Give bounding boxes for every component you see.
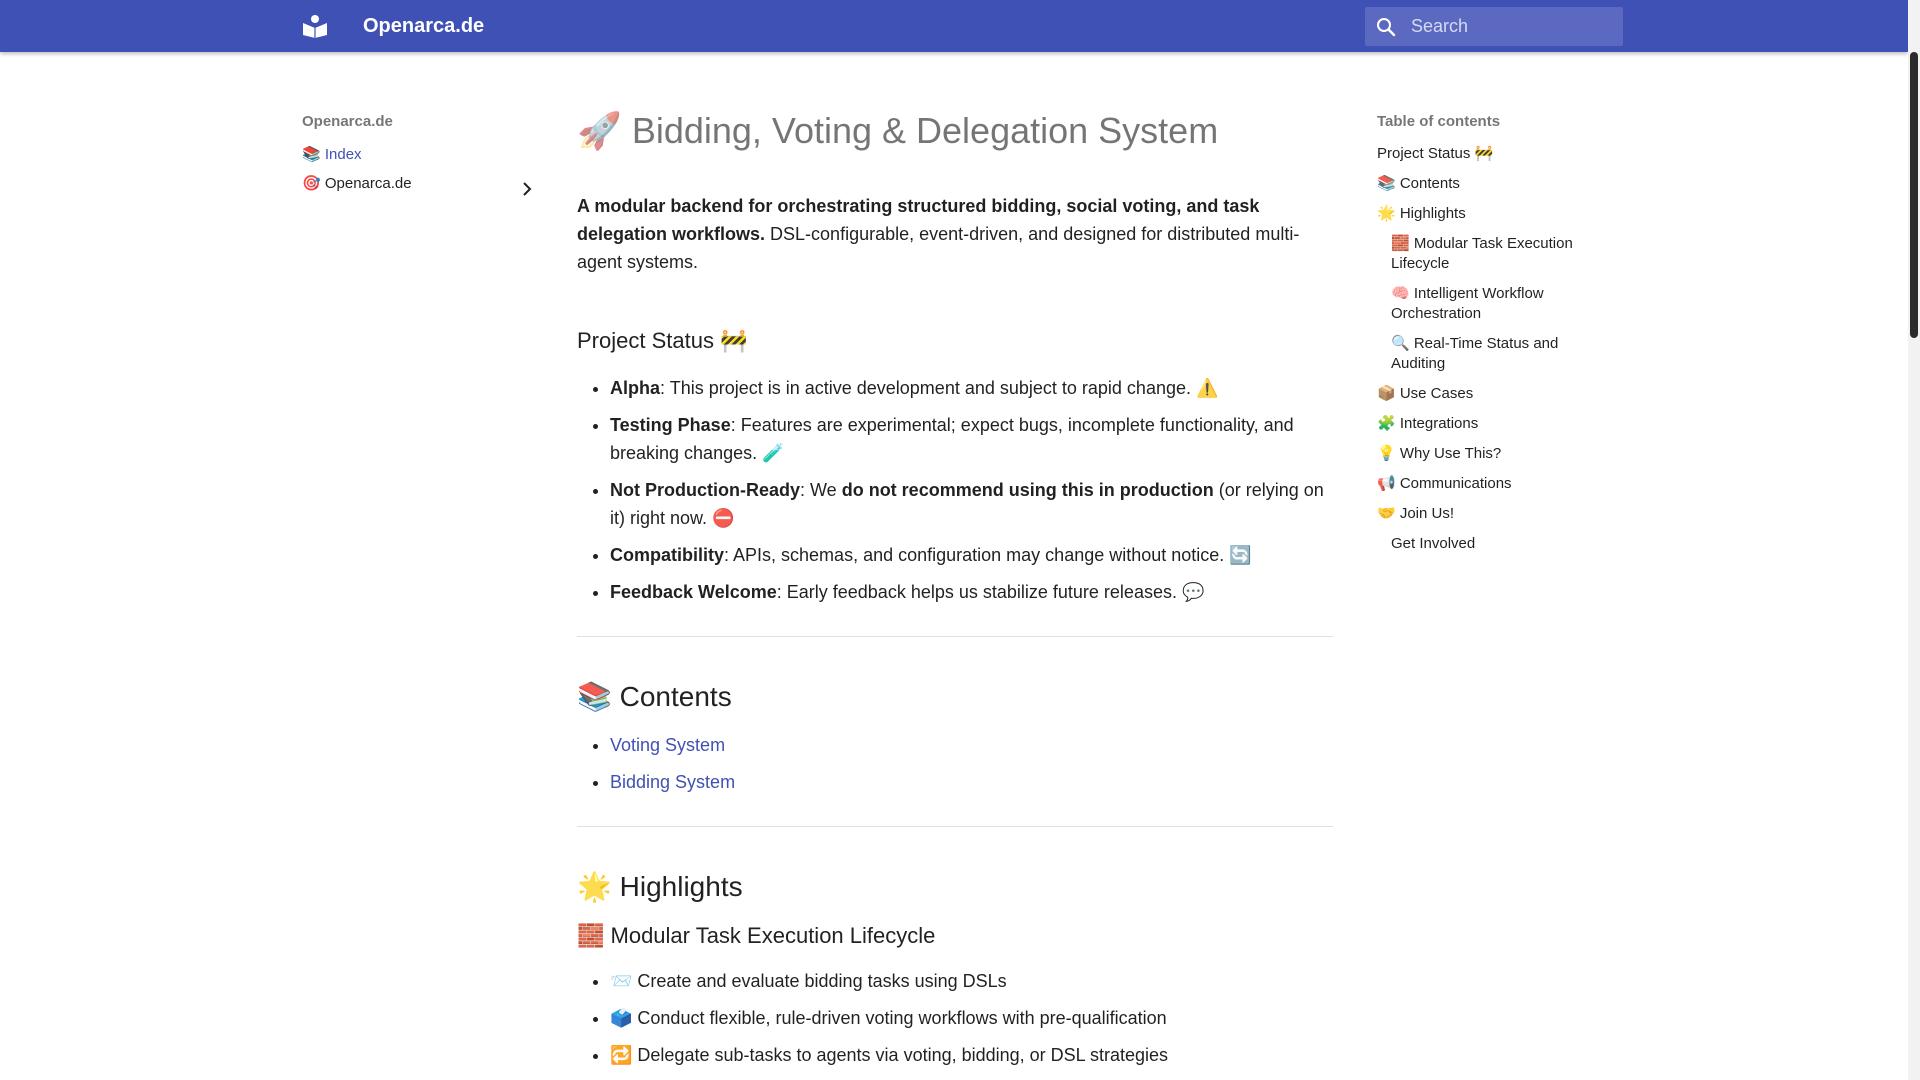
project-status-heading: Project Status 🚧 [577, 328, 748, 353]
contents-list: Voting System Bidding System [577, 731, 1333, 796]
list-item: 📨 Create and evaluate bidding tasks usin… [610, 967, 1333, 995]
lead-paragraph: A modular backend for orchestrating stru… [577, 192, 1333, 276]
list-item: Bidding System [610, 768, 1333, 796]
list-item: 🗳️ Conduct flexible, rule-driven voting … [610, 1004, 1333, 1032]
search-box[interactable] [1365, 7, 1623, 46]
page-title: 🚀 Bidding, Voting & Delegation System [577, 110, 1219, 151]
highlights-heading: 🌟 Highlights [577, 871, 743, 902]
toc-item-join-us[interactable]: 🤝 Join Us! [1377, 499, 1609, 529]
nav-title: Openarca.de [302, 113, 393, 130]
divider [577, 636, 1333, 637]
modular-task-heading: 🧱 Modular Task Execution Lifecycle [577, 923, 936, 948]
term: Alpha [610, 378, 661, 398]
toc-item-integrations[interactable]: 🧩 Integrations [1377, 409, 1609, 439]
voting-system-link[interactable]: Voting System [610, 735, 725, 755]
term: Not Production-Ready [610, 480, 801, 500]
highlights-list: 📨 Create and evaluate bidding tasks usin… [577, 967, 1333, 1069]
main-content: 🚀 Bidding, Voting & Delegation System A … [577, 106, 1333, 1078]
toc-item-highlights[interactable]: 🌟 Highlights [1377, 199, 1609, 229]
scrollbar-thumb[interactable] [1910, 52, 1918, 338]
left-navigation: Openarca.de 📚 Index 🎯 Openarca.de [302, 110, 534, 198]
search-input[interactable] [1411, 7, 1615, 46]
toc-title: Table of contents [1377, 113, 1501, 130]
list-item: Alpha: This project is in active develop… [610, 374, 1333, 402]
book-logo-icon[interactable] [302, 14, 328, 38]
list-item: 🔁 Delegate sub-tasks to agents via votin… [610, 1041, 1333, 1069]
toc-item-project-status[interactable]: Project Status 🚧 [1377, 139, 1609, 169]
site-title[interactable]: Openarca.de [363, 14, 484, 38]
toc-item-status-auditing[interactable]: 🔍 Real-Time Status and Auditing [1377, 329, 1609, 379]
emphasis: do not recommend using this in productio… [841, 480, 1214, 500]
table-of-contents: Table of contents Project Status 🚧 📚 Con… [1377, 110, 1609, 559]
list-item: Testing Phase: Features are experimental… [610, 411, 1333, 467]
nav-item-openarca[interactable]: 🎯 Openarca.de [302, 169, 534, 198]
project-status-list: Alpha: This project is in active develop… [577, 374, 1333, 606]
top-header: Openarca.de [0, 0, 1908, 52]
toc-item-why-use-this[interactable]: 💡 Why Use This? [1377, 439, 1609, 469]
chevron-right-icon[interactable] [522, 177, 532, 196]
nav-item-label: 📚 Index [302, 146, 362, 163]
term: Feedback Welcome [610, 582, 777, 602]
bidding-system-link[interactable]: Bidding System [610, 772, 735, 792]
term: Compatibility [610, 545, 725, 565]
list-item: Feedback Welcome: Early feedback helps u… [610, 578, 1333, 606]
desc: : This project is in active development … [660, 378, 1219, 398]
divider [577, 826, 1333, 827]
term: Testing Phase [610, 415, 731, 435]
list-item: Not Production-Ready: We do not recommen… [610, 476, 1333, 532]
desc: : APIs, schemas, and configuration may c… [724, 545, 1252, 565]
desc: : We [800, 480, 842, 500]
desc: : Early feedback helps us stabilize futu… [776, 582, 1205, 602]
toc-item-workflow-orchestration[interactable]: 🧠 Intelligent Workflow Orchestration [1377, 279, 1609, 329]
contents-heading: 📚 Contents [577, 681, 732, 712]
toc-item-communications[interactable]: 📢 Communications [1377, 469, 1609, 499]
nav-item-index[interactable]: 📚 Index [302, 140, 534, 169]
search-icon [1375, 16, 1397, 38]
toc-item-contents[interactable]: 📚 Contents [1377, 169, 1609, 199]
toc-item-get-involved[interactable]: Get Involved [1377, 529, 1609, 559]
list-item: Voting System [610, 731, 1333, 759]
toc-item-modular-task[interactable]: 🧱 Modular Task Execution Lifecycle [1377, 229, 1609, 279]
nav-item-label: 🎯 Openarca.de [302, 175, 412, 192]
list-item: Compatibility: APIs, schemas, and config… [610, 541, 1333, 569]
toc-item-use-cases[interactable]: 📦 Use Cases [1377, 379, 1609, 409]
